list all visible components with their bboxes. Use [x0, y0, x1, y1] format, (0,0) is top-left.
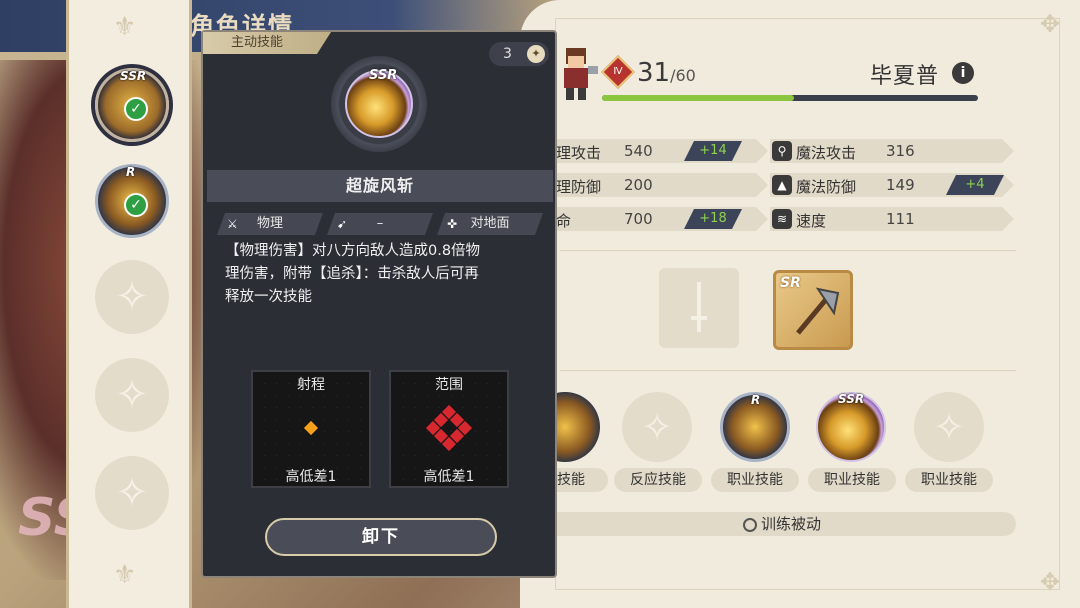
skill-name: 超旋风斩 [207, 170, 553, 202]
level-current: 31 [637, 58, 671, 88]
skill-label: 职业技能 [808, 468, 896, 492]
axe-icon [796, 287, 840, 335]
search-icon [742, 517, 757, 532]
skill-slot-class-1[interactable]: R [720, 392, 790, 462]
stat-label: 理攻击 [556, 144, 602, 162]
speed-icon: ≋ [772, 209, 792, 229]
empty-slot-icon: ✧ [115, 372, 149, 418]
skill-slot-5[interactable]: ✧ [95, 456, 169, 530]
rarity-tag: SSR [838, 392, 865, 406]
tag-label: 物理 [256, 216, 283, 231]
train-passive-button[interactable]: 训练被动 [548, 512, 1016, 536]
rarity-tag: SSR [369, 68, 398, 83]
skill-description: 【物理伤害】对八方向敌人造成0.8倍物 理伤害，附带【追杀】：击杀敌人后可再 释… [225, 240, 543, 309]
info-icon[interactable]: i [952, 62, 974, 84]
skill-label: 反应技能 [614, 468, 702, 492]
empty-slot-icon: ✧ [115, 274, 149, 320]
weapon-slot-empty[interactable] [659, 268, 739, 348]
range-footer: 高低差1 [285, 469, 337, 485]
corner-ornament-icon: ✥ [1040, 10, 1061, 38]
divider [560, 250, 1016, 251]
skill-slot-class-3[interactable]: ✧ [914, 392, 984, 462]
rarity-tag: R [751, 393, 761, 407]
description-line: 理伤害，附带【追杀】：击杀敌人后可再 [225, 266, 479, 282]
sword-icon [691, 282, 707, 332]
stat-label: 魔法防御 [796, 178, 857, 196]
stat-label: 理防御 [556, 178, 602, 196]
unequip-button[interactable]: 卸下 [265, 518, 497, 556]
hero-sprite-icon [564, 48, 598, 100]
level-max: /60 [670, 66, 696, 85]
stat-value: 111 [886, 210, 915, 228]
stat-label: 魔法攻击 [796, 144, 857, 162]
skill-cost: 3 [503, 46, 512, 62]
tag-label: – [376, 216, 384, 231]
hero-name: 毕夏普 [870, 64, 940, 89]
stat-bonus: +4 [946, 175, 1004, 195]
skill-slot-3[interactable]: ✧ [95, 260, 169, 334]
coin-icon: ✦ [527, 45, 545, 63]
rarity-tag: SSR [120, 69, 147, 83]
stat-label: 命 [556, 212, 572, 230]
ground-target-icon: ✜ [447, 217, 458, 231]
stat-value: 540 [624, 142, 653, 160]
xp-bar-fill [602, 95, 794, 101]
empty-slot-icon: ✧ [115, 470, 149, 516]
train-passive-label: 训练被动 [760, 515, 821, 533]
checkmark-icon: ✓ [124, 97, 148, 121]
skill-slot-strip: ⚜ ⚜ SSR ✓ R ✓ ✧ ✧ ✧ [66, 0, 192, 608]
skill-label: 职业技能 [711, 468, 799, 492]
skill-detail-popup: 主动技能 3 ✦ SSR 超旋风斩 ⚔ 物理 ➹ – ✜ 对地面 【物理伤害】对八方向… [201, 30, 557, 578]
divider [560, 370, 1016, 371]
equipped-axe-slot[interactable]: SR [773, 270, 853, 350]
skill-cost-badge: 3 ✦ [489, 42, 549, 66]
area-title: 范围 [435, 377, 463, 393]
description-line: 释放一次技能 [225, 289, 312, 305]
fleur-ornament-icon: ⚜ [113, 560, 137, 590]
area-footer: 高低差1 [423, 469, 475, 485]
stat-value: 200 [624, 176, 653, 194]
fleur-ornament-icon: ⚜ [113, 12, 137, 42]
range-title: 射程 [297, 377, 325, 393]
weapon-type-tag: ➹ – [327, 213, 433, 235]
stat-label: 速度 [796, 212, 827, 230]
magic-attack-icon: ⚲ [772, 141, 792, 161]
checkmark-icon: ✓ [124, 193, 148, 217]
skill-slot-1[interactable]: SSR ✓ [95, 68, 169, 142]
corner-ornament-icon: ✥ [1040, 568, 1061, 596]
empty-slot-icon: ✧ [933, 405, 965, 449]
stat-bonus: +18 [684, 209, 742, 229]
tag-label: 对地面 [470, 216, 510, 231]
stat-value: 316 [886, 142, 915, 160]
bow-icon: ➹ [337, 217, 348, 231]
stat-value: 149 [886, 176, 915, 194]
rarity-tag: R [126, 165, 136, 179]
skill-slot-reaction[interactable]: ✧ [622, 392, 692, 462]
skill-slot-class-2[interactable]: SSR [816, 392, 886, 462]
area-grid: 范围 高低差1 [389, 370, 509, 488]
magic-defense-icon: ▲ [772, 175, 792, 195]
skill-slot-4[interactable]: ✧ [95, 358, 169, 432]
damage-type-tag: ⚔ 物理 [217, 213, 323, 235]
hero-level: 31/60 [637, 58, 696, 88]
skill-slot-2[interactable]: R ✓ [95, 164, 169, 238]
class-rank-text: Ⅳ [613, 66, 623, 77]
description-line: 【物理伤害】对八方向敌人造成0.8倍物 [225, 243, 481, 259]
sword-icon: ⚔ [227, 217, 238, 231]
stat-bonus: +14 [684, 141, 742, 161]
range-tile [303, 420, 319, 436]
empty-slot-icon: ✧ [641, 405, 673, 449]
target-type-tag: ✜ 对地面 [437, 213, 543, 235]
skill-label: 职业技能 [905, 468, 993, 492]
range-grid: 射程 高低差1 [251, 370, 371, 488]
skill-type-tab: 主动技能 [203, 32, 331, 54]
xp-bar [602, 95, 978, 101]
stat-value: 700 [624, 210, 653, 228]
